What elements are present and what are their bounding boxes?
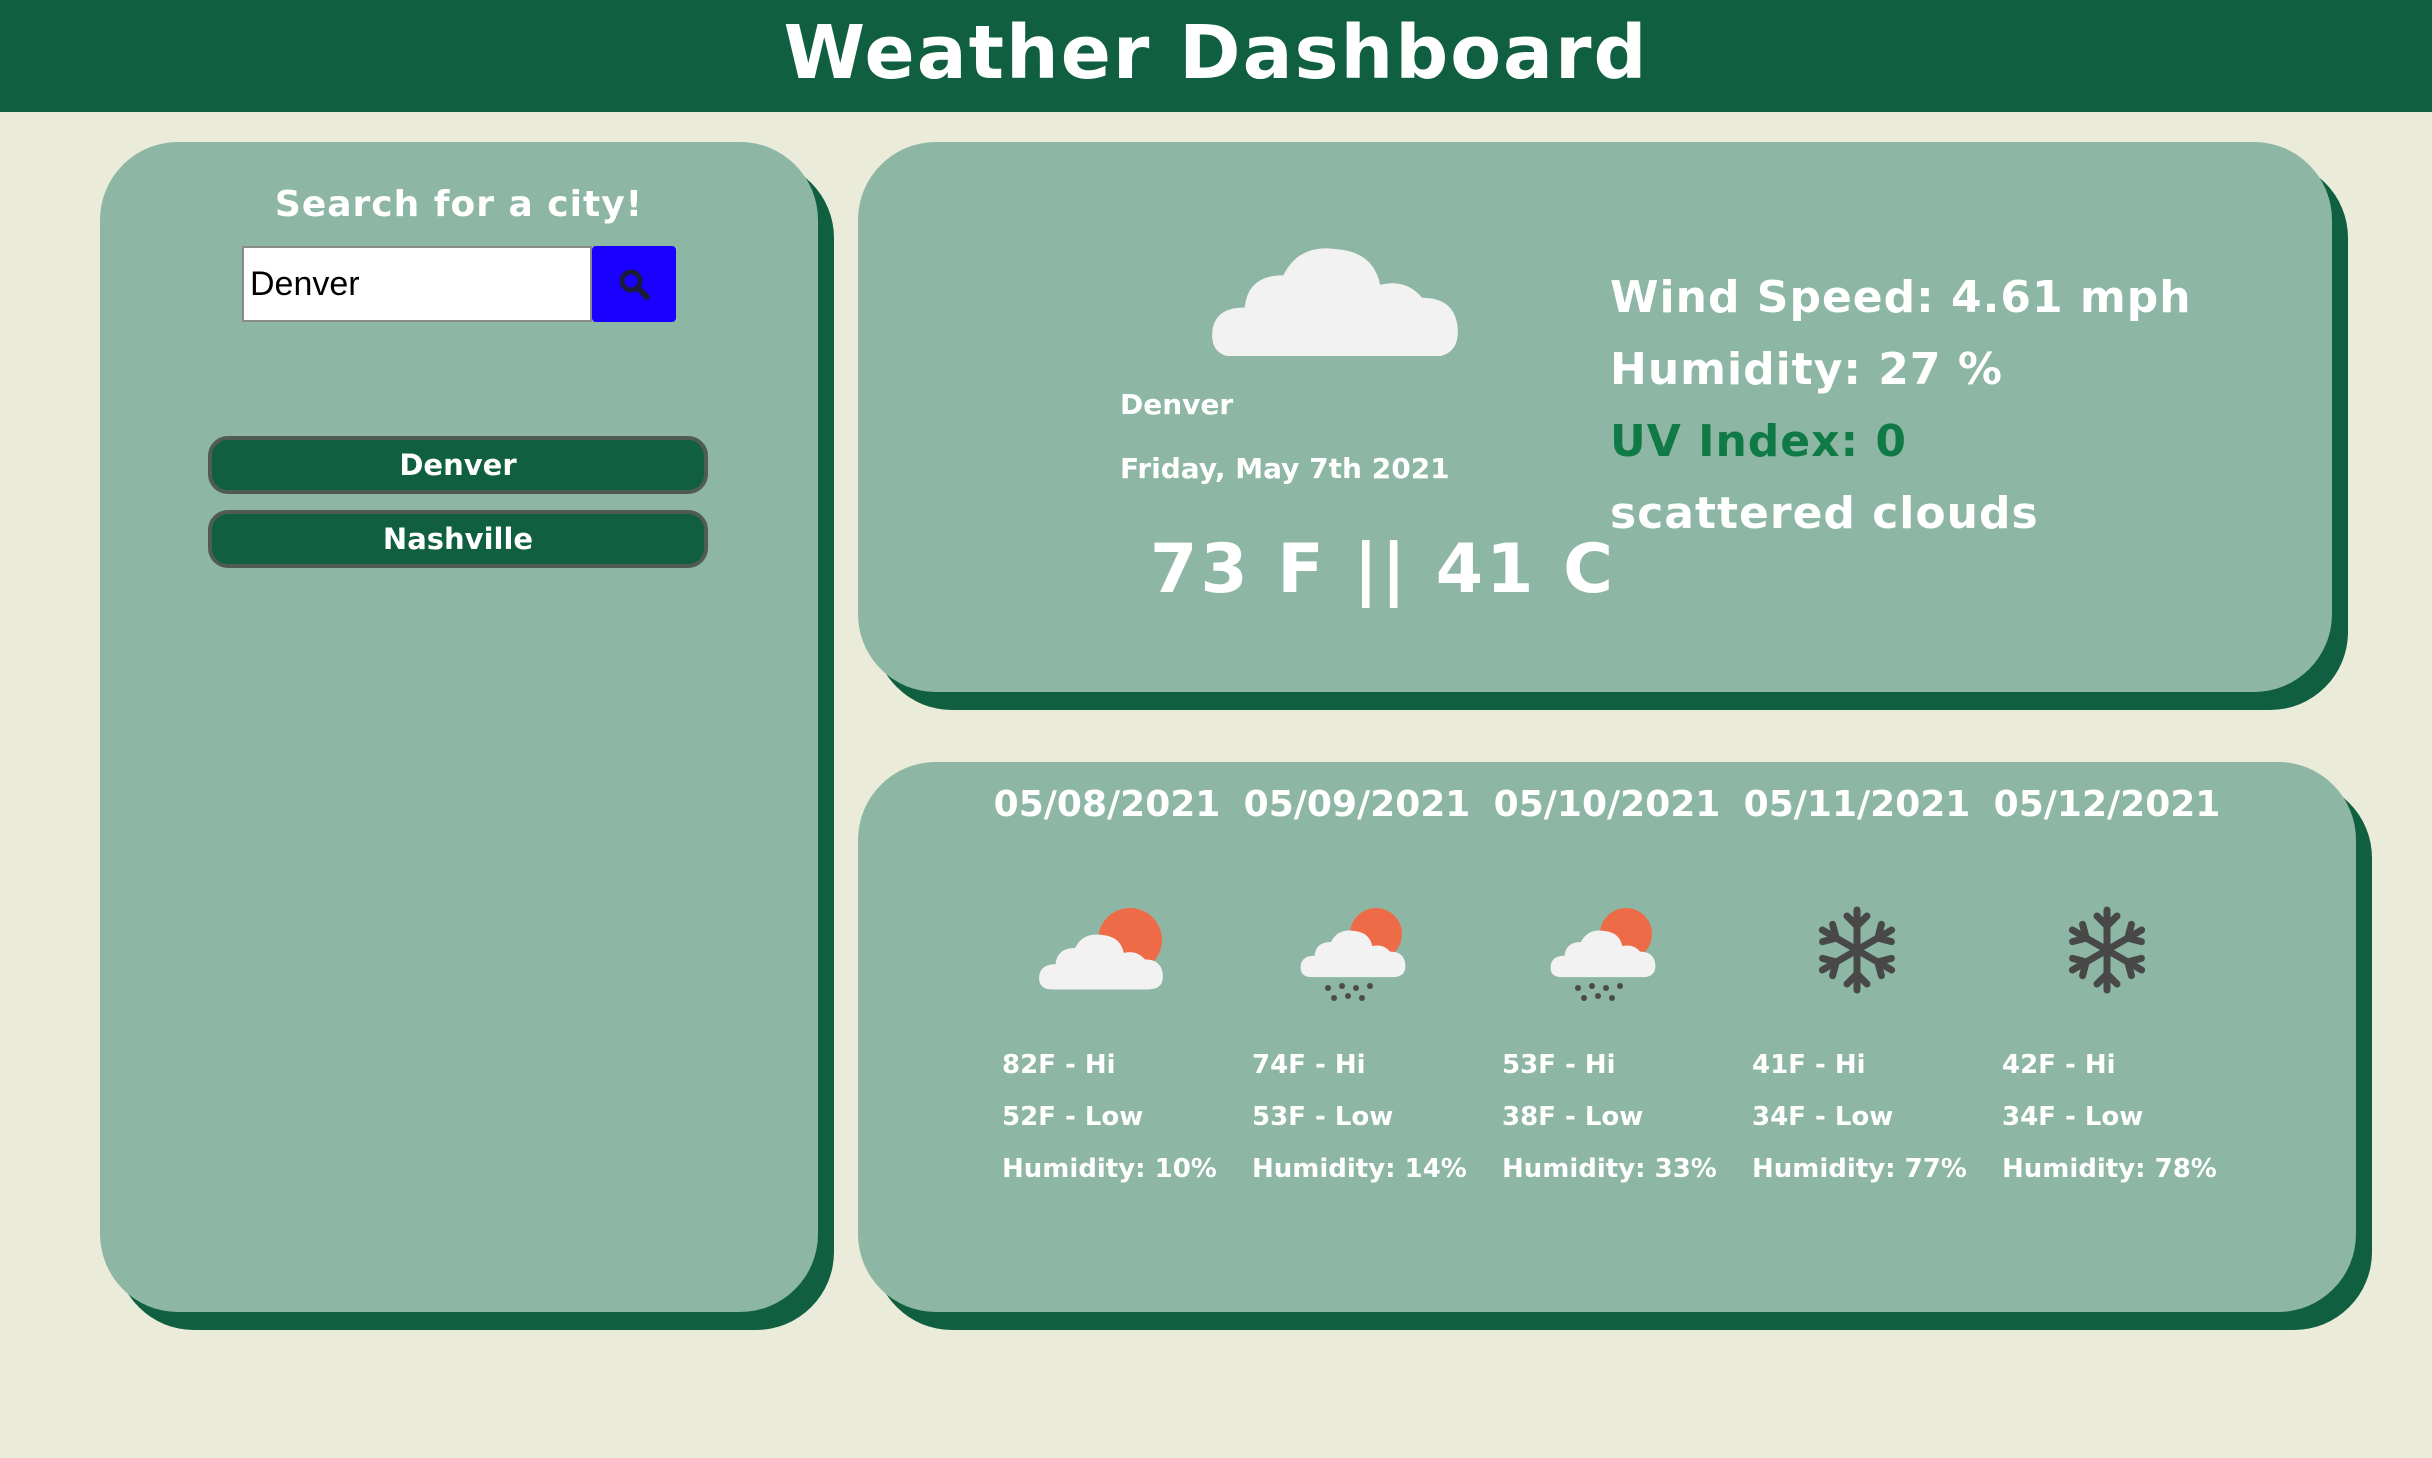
- current-city: Denver: [1120, 388, 1234, 421]
- forecast-card: 05/08/2021 82F - Hi 52F - Low Humidity: …: [858, 762, 2356, 1312]
- uv-index: UV Index: 0: [1610, 416, 1908, 467]
- wind-speed: Wind Speed: 4.61 mph: [1610, 272, 2192, 323]
- forecast-low: 53F - Low: [1252, 1102, 1394, 1132]
- history-city-button[interactable]: Denver: [208, 436, 708, 494]
- weather-description: scattered clouds: [1610, 488, 2039, 539]
- forecast-humidity: Humidity: 14%: [1252, 1154, 1467, 1184]
- forecast-day: 05/09/2021 74F - Hi 53F - Low Humidity: …: [1242, 762, 1472, 1312]
- current-weather-card: Denver Friday, May 7th 2021 73 F || 41 C…: [858, 142, 2332, 692]
- forecast-day: 05/08/2021 82F - Hi 52F - Low Humidity: …: [992, 762, 1222, 1312]
- search-panel: Search for a city! Denver Nashville: [100, 142, 818, 1312]
- page-title: Weather Dashboard: [783, 10, 1649, 96]
- forecast-high: 42F - Hi: [2002, 1050, 2116, 1080]
- forecast-day: 05/12/2021 42F - Hi 34F - Low Humidity: …: [1992, 762, 2222, 1312]
- forecast-day: 05/10/2021 53F - Hi 38F - Low Humidity: …: [1492, 762, 1722, 1312]
- forecast-low: 34F - Low: [2002, 1102, 2144, 1132]
- forecast-humidity: Humidity: 77%: [1752, 1154, 1967, 1184]
- forecast-humidity: Humidity: 78%: [2002, 1154, 2217, 1184]
- forecast-date: 05/11/2021: [1743, 784, 1971, 825]
- rain-sun-icon: [1550, 908, 1656, 1001]
- app-header: Weather Dashboard: [0, 0, 2432, 112]
- rain-sun-icon: [1300, 908, 1406, 1001]
- forecast-high: 41F - Hi: [1752, 1050, 1866, 1080]
- humidity: Humidity: 27 %: [1610, 344, 2003, 395]
- history-city-button[interactable]: Nashville: [208, 510, 708, 568]
- current-date: Friday, May 7th 2021: [1120, 452, 1450, 485]
- forecast-date: 05/10/2021: [1493, 784, 1721, 825]
- forecast-high: 53F - Hi: [1502, 1050, 1616, 1080]
- forecast-humidity: Humidity: 10%: [1002, 1154, 1217, 1184]
- search-title: Search for a city!: [274, 184, 644, 225]
- cloud-icon: [1212, 248, 1458, 356]
- forecast-date: 05/12/2021: [1993, 784, 2221, 825]
- forecast-humidity: Humidity: 33%: [1502, 1154, 1717, 1184]
- forecast-low: 38F - Low: [1502, 1102, 1644, 1132]
- forecast-date: 05/08/2021: [993, 784, 1221, 825]
- partly-cloudy-icon: [1039, 908, 1163, 990]
- forecast-day: 05/11/2021 41F - Hi 34F - Low Humidity: …: [1742, 762, 1972, 1312]
- snowflake-icon: [2068, 906, 2146, 994]
- forecast-date: 05/09/2021: [1243, 784, 1471, 825]
- forecast-low: 52F - Low: [1002, 1102, 1144, 1132]
- forecast-low: 34F - Low: [1752, 1102, 1894, 1132]
- city-search-input[interactable]: [242, 246, 592, 322]
- forecast-high: 82F - Hi: [1002, 1050, 1116, 1080]
- search-icon: [619, 269, 650, 300]
- search-button[interactable]: [592, 246, 676, 322]
- current-temperature: 73 F || 41 C: [1150, 530, 1616, 609]
- forecast-high: 74F - Hi: [1252, 1050, 1366, 1080]
- snowflake-icon: [1818, 906, 1896, 994]
